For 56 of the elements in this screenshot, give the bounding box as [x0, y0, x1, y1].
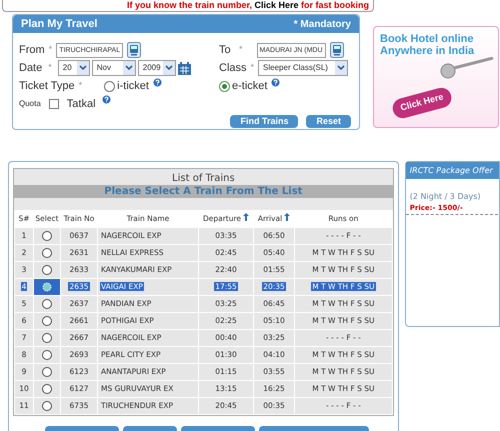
list-subtitle: Please Select A Train From The List — [14, 185, 393, 198]
help-icon[interactable] — [100, 94, 112, 106]
class-label: Class — [219, 60, 247, 76]
required-mark: * — [78, 79, 82, 92]
click-here-link[interactable]: Click Here — [254, 0, 298, 10]
selected-radio-icon[interactable] — [42, 282, 52, 292]
package-duration: (2 Night / 3 Days) — [410, 191, 482, 203]
caret-icon — [335, 61, 348, 75]
radio-button[interactable] — [42, 299, 52, 310]
tatkal-checkbox[interactable] — [48, 99, 59, 109]
required-mark: * — [48, 43, 52, 56]
radio-button[interactable] — [42, 265, 52, 276]
radio-label: i-ticket — [117, 78, 149, 94]
radio-button[interactable] — [42, 333, 52, 344]
radio-button[interactable] — [42, 401, 52, 412]
radio-label: e-ticket — [232, 78, 268, 94]
tatkal-label: Tatkal — [66, 96, 96, 112]
ad-headline: Book Hotel online Anywhere in India — [380, 33, 476, 57]
radio-button[interactable] — [42, 367, 52, 378]
calendar-icon[interactable] — [178, 62, 191, 74]
date-label: Date — [19, 60, 42, 76]
class-select[interactable]: Sleeper Class(SL) — [258, 60, 348, 76]
from-label: From — [19, 42, 45, 58]
radio-button[interactable] — [42, 384, 52, 394]
required-mark: * — [239, 43, 243, 56]
radio-button[interactable] — [219, 80, 230, 92]
help-icon[interactable] — [152, 76, 163, 88]
help-icon[interactable] — [270, 76, 282, 88]
quota-label: Quota — [19, 98, 41, 110]
required-mark: * — [48, 61, 52, 74]
sort-arrow-icon — [284, 213, 290, 222]
required-mark: * — [250, 61, 254, 74]
caret-icon — [122, 61, 135, 75]
radio-button[interactable] — [42, 231, 52, 242]
list-title: List of Trains — [171, 172, 236, 185]
train-icon[interactable] — [127, 42, 142, 58]
notice-text: If you know the train number, Click Here for fast booking — [126, 0, 369, 11]
click-here-tag[interactable]: Click Here — [390, 86, 454, 120]
package-title: IRCTC Package Offer — [406, 162, 499, 179]
train-icon[interactable] — [330, 42, 344, 58]
caret-icon — [162, 61, 175, 75]
radio-button[interactable] — [104, 80, 116, 92]
to-label: To — [219, 42, 232, 58]
radio-button[interactable] — [42, 248, 52, 258]
radio-button[interactable] — [42, 316, 52, 326]
day-select[interactable]: 20 — [58, 60, 90, 76]
caret-icon — [76, 61, 89, 75]
month-select[interactable]: Nov — [92, 60, 136, 76]
sort-arrow-icon — [243, 213, 250, 222]
mandatory-note: * Mandatory — [294, 18, 351, 32]
hotel-ad-banner[interactable]: Book Hotel online Anywhere in India Click Here — [373, 26, 499, 128]
key-drawing — [438, 57, 494, 79]
radio-button[interactable] — [42, 350, 52, 360]
year-select[interactable]: 2009 — [138, 60, 176, 76]
panel-title: Plan My Travel — [21, 16, 98, 32]
ticket-type-label: Ticket Type — [19, 78, 75, 94]
